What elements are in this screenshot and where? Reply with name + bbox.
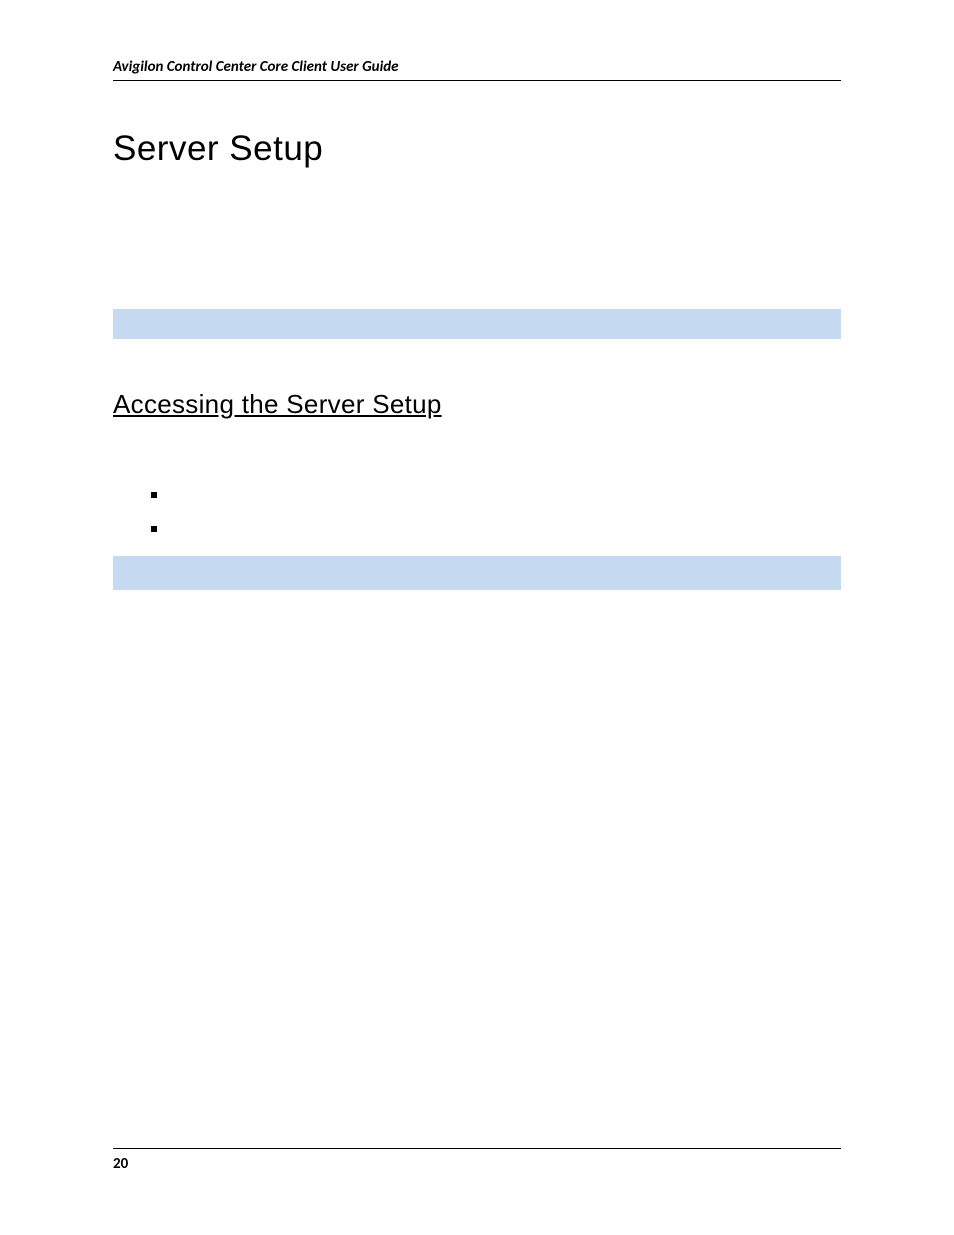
page-footer: 20	[113, 1148, 841, 1173]
running-header: Avigilon Control Center Core Client User…	[113, 58, 841, 81]
section-heading: Accessing the Server Setup	[113, 389, 841, 420]
highlight-bar	[113, 309, 841, 339]
list-item	[151, 488, 841, 498]
list-item	[151, 522, 841, 532]
bullet-icon	[151, 492, 157, 498]
page-title: Server Setup	[113, 129, 841, 169]
bullet-list	[113, 488, 841, 532]
highlight-bar	[113, 556, 841, 590]
page-number: 20	[113, 1155, 841, 1173]
bullet-icon	[151, 526, 157, 532]
